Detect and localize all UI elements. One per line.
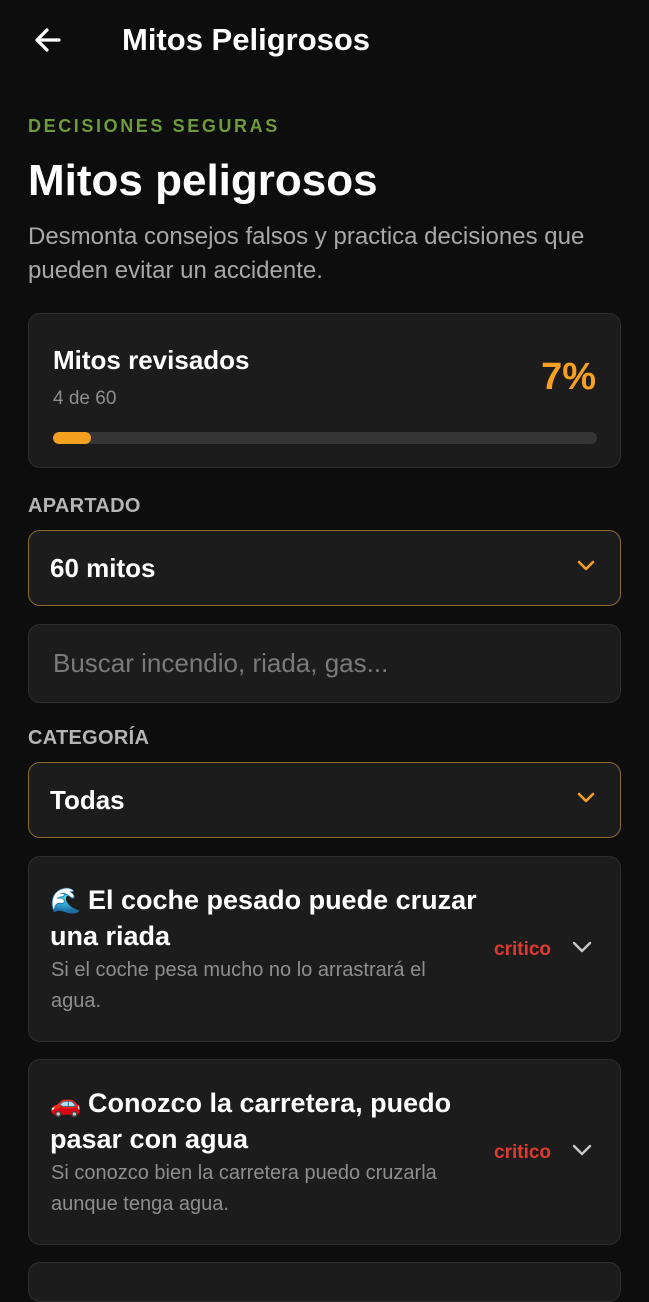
- chevron-down-icon: [577, 560, 595, 571]
- section-eyebrow: DECISIONES SEGURAS: [28, 116, 280, 136]
- app-bar: Mitos Peligrosos: [0, 0, 649, 80]
- myth-card[interactable]: 🌊 El coche pesado puede cruzar una riada …: [28, 856, 621, 1042]
- search-input[interactable]: [29, 625, 620, 702]
- severity-badge: critico: [494, 1142, 552, 1163]
- myth-card[interactable]: [28, 1262, 621, 1302]
- apartado-label: APARTADO: [28, 495, 141, 517]
- progress-card: Mitos revisados 4 de 60 7%: [28, 313, 621, 468]
- severity-badge: critico: [494, 939, 552, 960]
- apartado-select[interactable]: 60 mitos: [28, 530, 621, 606]
- search-field[interactable]: [28, 624, 621, 703]
- progress-bar: [53, 432, 597, 444]
- water-wave-icon: 🌊: [50, 887, 82, 915]
- chevron-down-icon[interactable]: [571, 939, 593, 955]
- car-icon: 🚗: [50, 1090, 82, 1118]
- myth-card[interactable]: 🚗 Conozco la carretera, puedo pasar con a…: [28, 1059, 621, 1245]
- page-subtitle: Desmonta consejos falsos y practica deci…: [28, 223, 585, 284]
- categoria-label: CATEGORÍA: [28, 727, 150, 749]
- categoria-select-value: Todas: [50, 784, 125, 815]
- myth-description: Si el coche pesa mucho no lo arrastrará …: [51, 959, 426, 1012]
- myth-description: Si conozco bien la carretera puedo cruza…: [51, 1162, 437, 1215]
- back-button[interactable]: [28, 22, 68, 58]
- chevron-down-icon: [577, 792, 595, 803]
- progress-count: 4 de 60: [53, 388, 117, 409]
- myth-title: Conozco la carretera, puedo pasar con ag…: [50, 1088, 452, 1154]
- app-bar-title: Mitos Peligrosos: [122, 22, 371, 57]
- arrow-left-icon: [35, 28, 61, 52]
- myth-title: El coche pesado puede cruzar una riada: [50, 885, 477, 951]
- categoria-select[interactable]: Todas: [28, 762, 621, 838]
- page-title: Mitos peligrosos: [28, 156, 378, 205]
- progress-bar-fill: [53, 432, 92, 444]
- progress-percent: 7%: [541, 356, 596, 398]
- chevron-down-icon[interactable]: [571, 1142, 593, 1158]
- progress-title: Mitos revisados: [53, 345, 250, 375]
- apartado-select-value: 60 mitos: [50, 552, 156, 583]
